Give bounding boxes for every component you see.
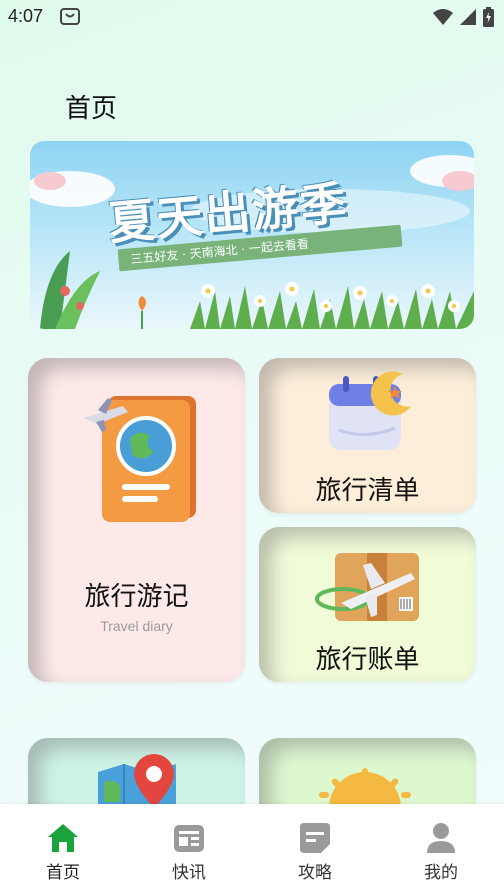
travel-bill-card[interactable]: 旅行账单 [259,527,476,682]
package-plane-icon [315,553,419,621]
shopping-bag-icon [60,8,80,25]
battery-icon [483,7,494,27]
travel-checklist-label: 旅行清单 [315,476,420,506]
home-icon [48,824,78,852]
tab-news-label: 快讯 [172,863,206,883]
bottom-tab-bar: 首页 快讯 攻略 我的 [0,804,504,896]
tab-guide[interactable]: 攻略 [252,804,378,896]
news-icon [174,825,204,852]
person-icon [427,823,455,853]
sun-icon [319,768,411,808]
tab-home-label: 首页 [46,863,80,883]
status-bar: 4:07 [0,0,504,34]
status-indicators [433,7,494,27]
tab-profile-label: 我的 [424,863,458,883]
signal-icon [460,9,476,25]
summer-travel-banner[interactable]: 夏天出游季 三五好友 · 天南海北 · 一起去看看 [30,141,474,329]
tab-guide-label: 攻略 [298,863,332,883]
tab-profile[interactable]: 我的 [378,804,504,896]
passport-icon [83,396,196,522]
tab-home[interactable]: 首页 [0,804,126,896]
travel-checklist-card[interactable]: 旅行清单 [259,358,476,513]
travel-diary-card[interactable]: 旅行游记 Travel diary [28,358,245,682]
status-time: 4:07 [8,6,44,26]
travel-diary-sublabel: Travel diary [100,618,173,634]
wifi-icon [433,9,453,25]
travel-bill-label: 旅行账单 [315,645,420,675]
calendar-icon [329,371,411,450]
travel-diary-label: 旅行游记 [84,582,189,612]
page-title: 首页 [65,94,118,124]
guide-icon [300,823,330,853]
tab-news[interactable]: 快讯 [126,804,252,896]
map-pin-icon [98,754,176,812]
